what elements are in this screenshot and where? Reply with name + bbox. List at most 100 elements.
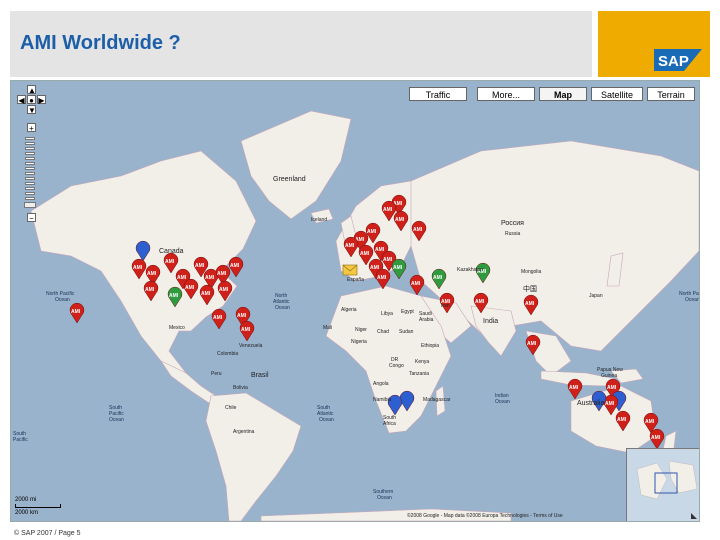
map-label-congo: Congo bbox=[389, 363, 404, 369]
map-marker-icon[interactable]: AMI bbox=[69, 302, 85, 324]
map-type-satellite-button[interactable]: Satellite bbox=[591, 87, 643, 101]
landmass-greenland bbox=[240, 110, 352, 220]
scale-km: 2000 km bbox=[15, 510, 39, 516]
overview-map[interactable] bbox=[626, 448, 699, 521]
map-marker-label: AMI bbox=[147, 271, 157, 277]
map-type-terrain-button[interactable]: Terrain bbox=[647, 87, 695, 101]
map-label-south-africa-2: Africa bbox=[383, 421, 396, 427]
zoom-slider-tick[interactable] bbox=[25, 197, 35, 200]
map-frame[interactable]: AMI AMI AMI AMI AMI AMI AMI AMI AMI AMI AMI AMI AMI A… bbox=[10, 80, 700, 522]
map-label-tanzania: Tanzania bbox=[409, 371, 430, 377]
zoom-slider-tick[interactable] bbox=[25, 142, 35, 145]
zoom-slider-tick[interactable] bbox=[25, 137, 35, 140]
pan-up-button[interactable]: ▲ bbox=[27, 85, 36, 95]
map-marker-label: AMI bbox=[237, 313, 247, 319]
slide-title: AMI Worldwide ? bbox=[20, 32, 181, 54]
map-marker-label: AMI bbox=[165, 259, 175, 265]
map-label-colombia: Colombia bbox=[217, 351, 239, 357]
map-marker-label: AMI bbox=[605, 401, 615, 407]
map-label-north-atlantic-3: Ocean bbox=[275, 305, 290, 311]
zoom-in-button[interactable]: + bbox=[27, 123, 36, 133]
map-label-south-atlantic-3: Ocean bbox=[319, 417, 334, 423]
pan-arrow-icon: ▼ bbox=[28, 106, 36, 115]
map-type-more-button[interactable]: More... bbox=[477, 87, 535, 101]
world-map[interactable]: AMIAMIAMIAMIAMIAMIAMIAMIAMIAMIAMIAMIAMIA… bbox=[11, 81, 699, 521]
map-nav-control: ▲ ◀ ● ▶ ▼ + − bbox=[17, 85, 47, 225]
scale-miles: 2000 mi bbox=[15, 497, 37, 503]
map-marker-label: AMI bbox=[383, 207, 393, 213]
map-marker-label: AMI bbox=[645, 419, 655, 425]
map-label-kenya: Kenya bbox=[415, 359, 430, 365]
map-label-north-pacific-east-2: Ocean bbox=[685, 297, 700, 303]
map-marker-label: AMI bbox=[411, 281, 421, 287]
map-marker-icon[interactable]: AMI bbox=[211, 308, 227, 330]
map-label-australia: Australia bbox=[577, 400, 605, 407]
map-label-north-pacific-2: Ocean bbox=[55, 297, 70, 303]
map-marker-label: AMI bbox=[217, 271, 227, 277]
map-label-espana: España bbox=[347, 277, 364, 283]
map-marker-label: AMI bbox=[370, 265, 380, 271]
pan-down-button[interactable]: ▼ bbox=[27, 105, 36, 115]
map-marker-label: AMI bbox=[569, 385, 579, 391]
zoom-slider-tick[interactable] bbox=[25, 152, 35, 155]
zoom-out-button[interactable]: − bbox=[27, 213, 36, 223]
zoom-plus-icon: + bbox=[29, 124, 34, 133]
map-marker-label: AMI bbox=[219, 287, 229, 293]
zoom-slider-tick[interactable] bbox=[25, 187, 35, 190]
zoom-slider-tick[interactable] bbox=[25, 147, 35, 150]
map-label-chile: Chile bbox=[225, 405, 237, 411]
landmass-india bbox=[470, 305, 517, 357]
map-marker-icon[interactable]: AMI bbox=[567, 378, 583, 400]
map-label-bolivia: Bolivia bbox=[233, 385, 248, 391]
map-label-iran: Iran bbox=[441, 303, 450, 309]
envelope-icon[interactable] bbox=[342, 264, 358, 276]
map-type-traffic-button[interactable]: Traffic bbox=[409, 87, 467, 101]
map-label-southern-ocean-2: Ocean bbox=[377, 495, 392, 501]
pan-arrow-icon: ◀ bbox=[18, 96, 25, 105]
map-label-mexico: Mexico bbox=[169, 325, 185, 331]
map-label-venezuela: Venezuela bbox=[239, 343, 263, 349]
map-label-south-pacific-3: Ocean bbox=[109, 417, 124, 423]
zoom-slider-tick[interactable] bbox=[25, 177, 35, 180]
map-label-brasil: Brasil bbox=[251, 372, 269, 379]
map-marker-icon[interactable]: AMI bbox=[391, 258, 407, 280]
map-marker-icon[interactable]: AMI bbox=[649, 428, 665, 450]
footer-text: © SAP 2007 / Page 5 bbox=[14, 530, 81, 537]
map-label-peru: Peru bbox=[211, 371, 222, 377]
map-marker-icon[interactable]: AMI bbox=[228, 256, 244, 278]
map-marker-label: AMI bbox=[71, 309, 81, 315]
zoom-slider-tick[interactable] bbox=[25, 192, 35, 195]
map-label-india: India bbox=[483, 318, 499, 325]
pan-left-button[interactable]: ◀ bbox=[17, 95, 26, 105]
zoom-slider-tick[interactable] bbox=[25, 162, 35, 165]
overview-map-graphic bbox=[627, 449, 699, 521]
map-type-map-button[interactable]: Map bbox=[539, 87, 587, 101]
map-marker-label: AMI bbox=[651, 435, 661, 441]
map-label-nigeria: Nigeria bbox=[351, 339, 367, 345]
map-marker-label: AMI bbox=[145, 287, 155, 293]
landmass-south-america bbox=[205, 392, 302, 521]
map-label-madagascar: Madagascar bbox=[423, 397, 451, 403]
map-marker-label: AMI bbox=[393, 265, 403, 271]
map-label-libya: Libya bbox=[381, 311, 393, 317]
map-marker-label: AMI bbox=[377, 275, 387, 281]
map-marker-label: AMI bbox=[195, 263, 205, 269]
map-label-chad: Chad bbox=[377, 329, 389, 335]
zoom-slider-tick[interactable] bbox=[25, 157, 35, 160]
pan-center-button[interactable]: ● bbox=[27, 95, 36, 105]
map-credit[interactable]: ©2008 Google - Map data ©2008 Europa Tec… bbox=[407, 513, 563, 519]
map-label-south-pacific-west-2: Pacific bbox=[13, 437, 28, 443]
pan-right-button[interactable]: ▶ bbox=[37, 95, 46, 105]
zoom-slider-tick[interactable] bbox=[25, 172, 35, 175]
map-marker-label: AMI bbox=[205, 275, 215, 281]
map-label-canada: Canada bbox=[159, 248, 184, 255]
map-marker-icon[interactable]: AMI bbox=[239, 320, 255, 342]
map-marker-label: AMI bbox=[375, 247, 385, 253]
map-marker-icon[interactable]: AMI bbox=[409, 274, 425, 296]
map-marker-icon[interactable]: AMI bbox=[375, 268, 391, 290]
zoom-slider-tick[interactable] bbox=[25, 182, 35, 185]
sap-logo-icon: SAP bbox=[654, 49, 702, 71]
map-marker-label: AMI bbox=[475, 299, 485, 305]
zoom-slider-tick[interactable] bbox=[25, 167, 35, 170]
zoom-slider-thumb[interactable] bbox=[24, 202, 36, 208]
